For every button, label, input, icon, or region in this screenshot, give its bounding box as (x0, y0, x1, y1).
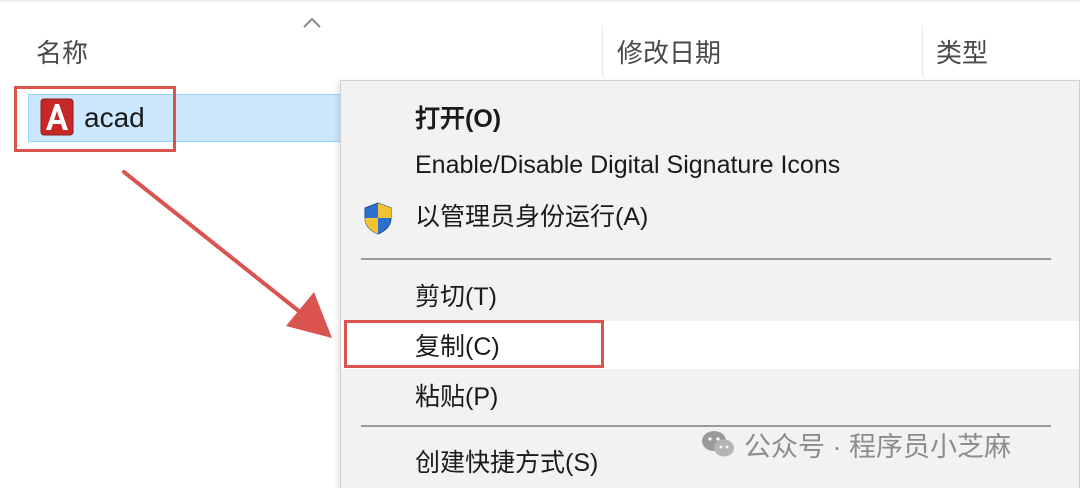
column-header-name[interactable]: 名称 (36, 26, 596, 76)
menu-separator (361, 258, 1051, 260)
menu-item-digital-signature-label: Enable/Disable Digital Signature Icons (415, 150, 841, 179)
annotation-highlight-copy (344, 320, 604, 368)
menu-item-open-label: 打开(O) (415, 105, 502, 133)
menu-item-run-as-admin[interactable]: 以管理员身份运行(A) (341, 191, 1079, 239)
explorer-window: 名称 修改日期 类型 acad 打开(O) Enable/Disable Dig… (0, 0, 1080, 488)
column-header-name-label: 名称 (36, 37, 89, 68)
menu-item-digital-signature[interactable]: Enable/Disable Digital Signature Icons (341, 141, 1079, 189)
menu-item-run-as-admin-label: 以管理员身份运行(A) (415, 203, 649, 231)
column-header-date-label: 修改日期 (617, 37, 722, 68)
column-header-type-label: 类型 (936, 37, 989, 68)
column-header-type[interactable]: 类型 (922, 26, 1080, 76)
top-border (0, 0, 1080, 2)
watermark-text: 公众号 · 程序员小芝麻 (744, 431, 1011, 462)
column-header-date-modified[interactable]: 修改日期 (602, 26, 922, 76)
column-header-bar: 名称 修改日期 类型 (0, 0, 1080, 82)
wechat-icon (702, 431, 734, 457)
menu-item-open[interactable]: 打开(O) (341, 93, 1079, 141)
menu-item-paste[interactable]: 粘贴(P) (341, 371, 1079, 419)
menu-item-create-shortcut-label: 创建快捷方式(S) (415, 449, 599, 477)
watermark: 公众号 · 程序员小芝麻 (700, 422, 1011, 466)
annotation-highlight-file (14, 86, 176, 152)
uac-shield-icon (364, 202, 392, 235)
menu-item-cut[interactable]: 剪切(T) (341, 271, 1079, 319)
menu-item-paste-label: 粘贴(P) (415, 383, 499, 411)
menu-item-cut-label: 剪切(T) (415, 283, 497, 311)
